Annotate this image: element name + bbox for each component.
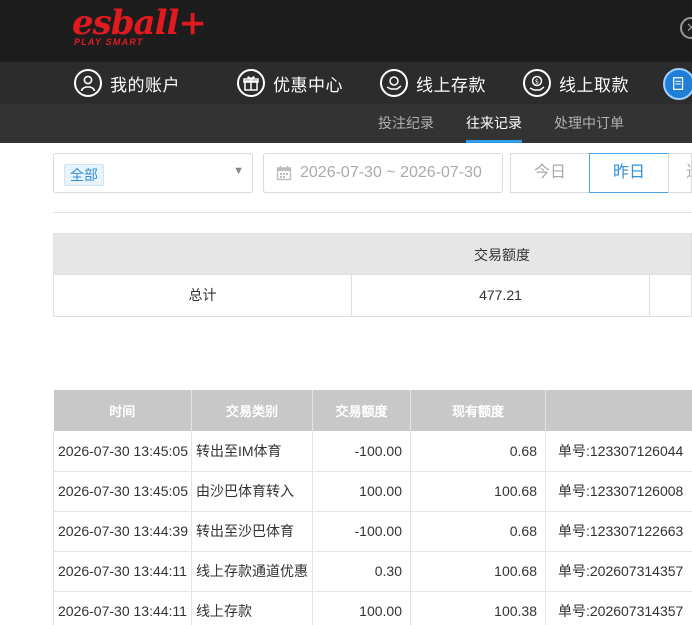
- cell-type: 转出至IM体育: [191, 431, 313, 472]
- recent-button[interactable]: 近: [668, 153, 692, 193]
- cell-balance: 100.68: [410, 471, 546, 512]
- brand-logo[interactable]: esball+ PLAY SMART: [72, 4, 207, 50]
- date-range-input[interactable]: 2026-07-30 ~ 2026-07-30: [263, 153, 503, 193]
- logo-tagline: PLAY SMART: [74, 37, 144, 47]
- chevron-down-icon: ▼: [233, 165, 244, 177]
- summary-total-value: 477.21: [352, 275, 650, 316]
- nav-label-withdraw: 线上取款: [559, 75, 629, 95]
- tab-transaction-records[interactable]: 往来记录: [466, 104, 522, 143]
- cell-amount: -100.00: [312, 511, 411, 552]
- nav-label-account: 我的账户: [110, 75, 180, 95]
- table-header-row: 时间 交易类别 交易额度 现有额度: [53, 390, 692, 431]
- tab-bet-records[interactable]: 投注纪录: [378, 104, 434, 143]
- sub-nav: 投注纪录 往来记录 处理中订单: [0, 104, 692, 143]
- today-button[interactable]: 今日: [510, 153, 590, 193]
- svg-text:$: $: [535, 78, 539, 86]
- gift-icon: [237, 69, 265, 97]
- nav-item-account[interactable]: 我的账户: [74, 62, 180, 104]
- cell-balance: 0.68: [410, 431, 546, 472]
- col-header-amount: 交易额度: [312, 390, 411, 431]
- col-header-memo: [545, 390, 692, 431]
- cell-amount: 100.00: [312, 471, 411, 512]
- table-row: 2026-07-30 13:45:05 转出至IM体育 -100.00 0.68…: [53, 431, 692, 472]
- cell-time: 2026-07-30 13:44:39: [53, 511, 192, 552]
- close-icon[interactable]: ✕: [680, 17, 692, 39]
- summary-total-label: 总计: [54, 275, 352, 316]
- nav-item-withdraw[interactable]: $ 线上取款: [523, 62, 629, 104]
- cell-type: 转出至沙巴体育: [191, 511, 313, 552]
- nav-label-promotions: 优惠中心: [273, 75, 343, 95]
- date-range-value: 2026-07-30 ~ 2026-07-30: [300, 164, 482, 181]
- cell-balance: 100.38: [410, 591, 546, 625]
- summary-header-amount: 交易额度: [474, 247, 530, 263]
- cell-memo: 单号:123307126008: [545, 471, 692, 512]
- table-row: 2026-07-30 13:44:11 线上存款 100.00 100.38 单…: [53, 591, 692, 625]
- cell-type: 线上存款: [191, 591, 313, 625]
- summary-table: 交易额度 总计 477.21: [53, 233, 692, 317]
- table-row: 2026-07-30 13:45:05 由沙巴体育转入 100.00 100.6…: [53, 471, 692, 512]
- calendar-icon: [276, 166, 292, 181]
- select-selected-tag[interactable]: 全部: [64, 164, 104, 186]
- yesterday-button[interactable]: 昨日: [589, 153, 669, 193]
- summary-header: 交易额度: [53, 233, 692, 275]
- cell-memo: 单号:123307126044: [545, 431, 692, 472]
- top-header: esball+ PLAY SMART ✕: [0, 0, 692, 62]
- cell-time: 2026-07-30 13:44:11: [53, 591, 192, 625]
- cell-time: 2026-07-30 13:45:05: [53, 431, 192, 472]
- cell-balance: 100.68: [410, 551, 546, 592]
- col-header-type: 交易类别: [191, 390, 313, 431]
- cell-amount: 100.00: [312, 591, 411, 625]
- records-icon[interactable]: [663, 68, 692, 100]
- table-row: 2026-07-30 13:44:39 转出至沙巴体育 -100.00 0.68…: [53, 511, 692, 552]
- col-header-time: 时间: [53, 390, 192, 431]
- cell-amount: -100.00: [312, 431, 411, 472]
- tab-pending-orders[interactable]: 处理中订单: [554, 104, 624, 143]
- cell-time: 2026-07-30 13:44:11: [53, 551, 192, 592]
- transactions-table: 时间 交易类别 交易额度 现有额度 2026-07-30 13:45:05 转出…: [53, 390, 692, 625]
- type-select[interactable]: 全部 ▼: [53, 153, 253, 193]
- cell-memo: 单号:123307122663: [545, 511, 692, 552]
- divider: [53, 212, 692, 213]
- col-header-balance: 现有额度: [410, 390, 546, 431]
- user-icon: [74, 69, 102, 97]
- nav-label-deposit: 线上存款: [416, 75, 486, 95]
- cell-memo: 单号:202607314357: [545, 591, 692, 625]
- main-nav: 我的账户 优惠中心 线上存款 $ 线上取款: [0, 62, 692, 104]
- summary-row: 总计 477.21: [53, 275, 692, 317]
- withdraw-icon: $: [523, 69, 551, 97]
- cell-time: 2026-07-30 13:45:05: [53, 471, 192, 512]
- cell-balance: 0.68: [410, 511, 546, 552]
- nav-item-deposit[interactable]: 线上存款: [380, 62, 486, 104]
- cell-amount: 0.30: [312, 551, 411, 592]
- deposit-icon: [380, 69, 408, 97]
- nav-item-promotions[interactable]: 优惠中心: [237, 62, 343, 104]
- table-row: 2026-07-30 13:44:11 线上存款通道优惠 0.30 100.68…: [53, 551, 692, 592]
- cell-type: 由沙巴体育转入: [191, 471, 313, 512]
- cell-memo: 单号:202607314357: [545, 551, 692, 592]
- cell-type: 线上存款通道优惠: [191, 551, 313, 592]
